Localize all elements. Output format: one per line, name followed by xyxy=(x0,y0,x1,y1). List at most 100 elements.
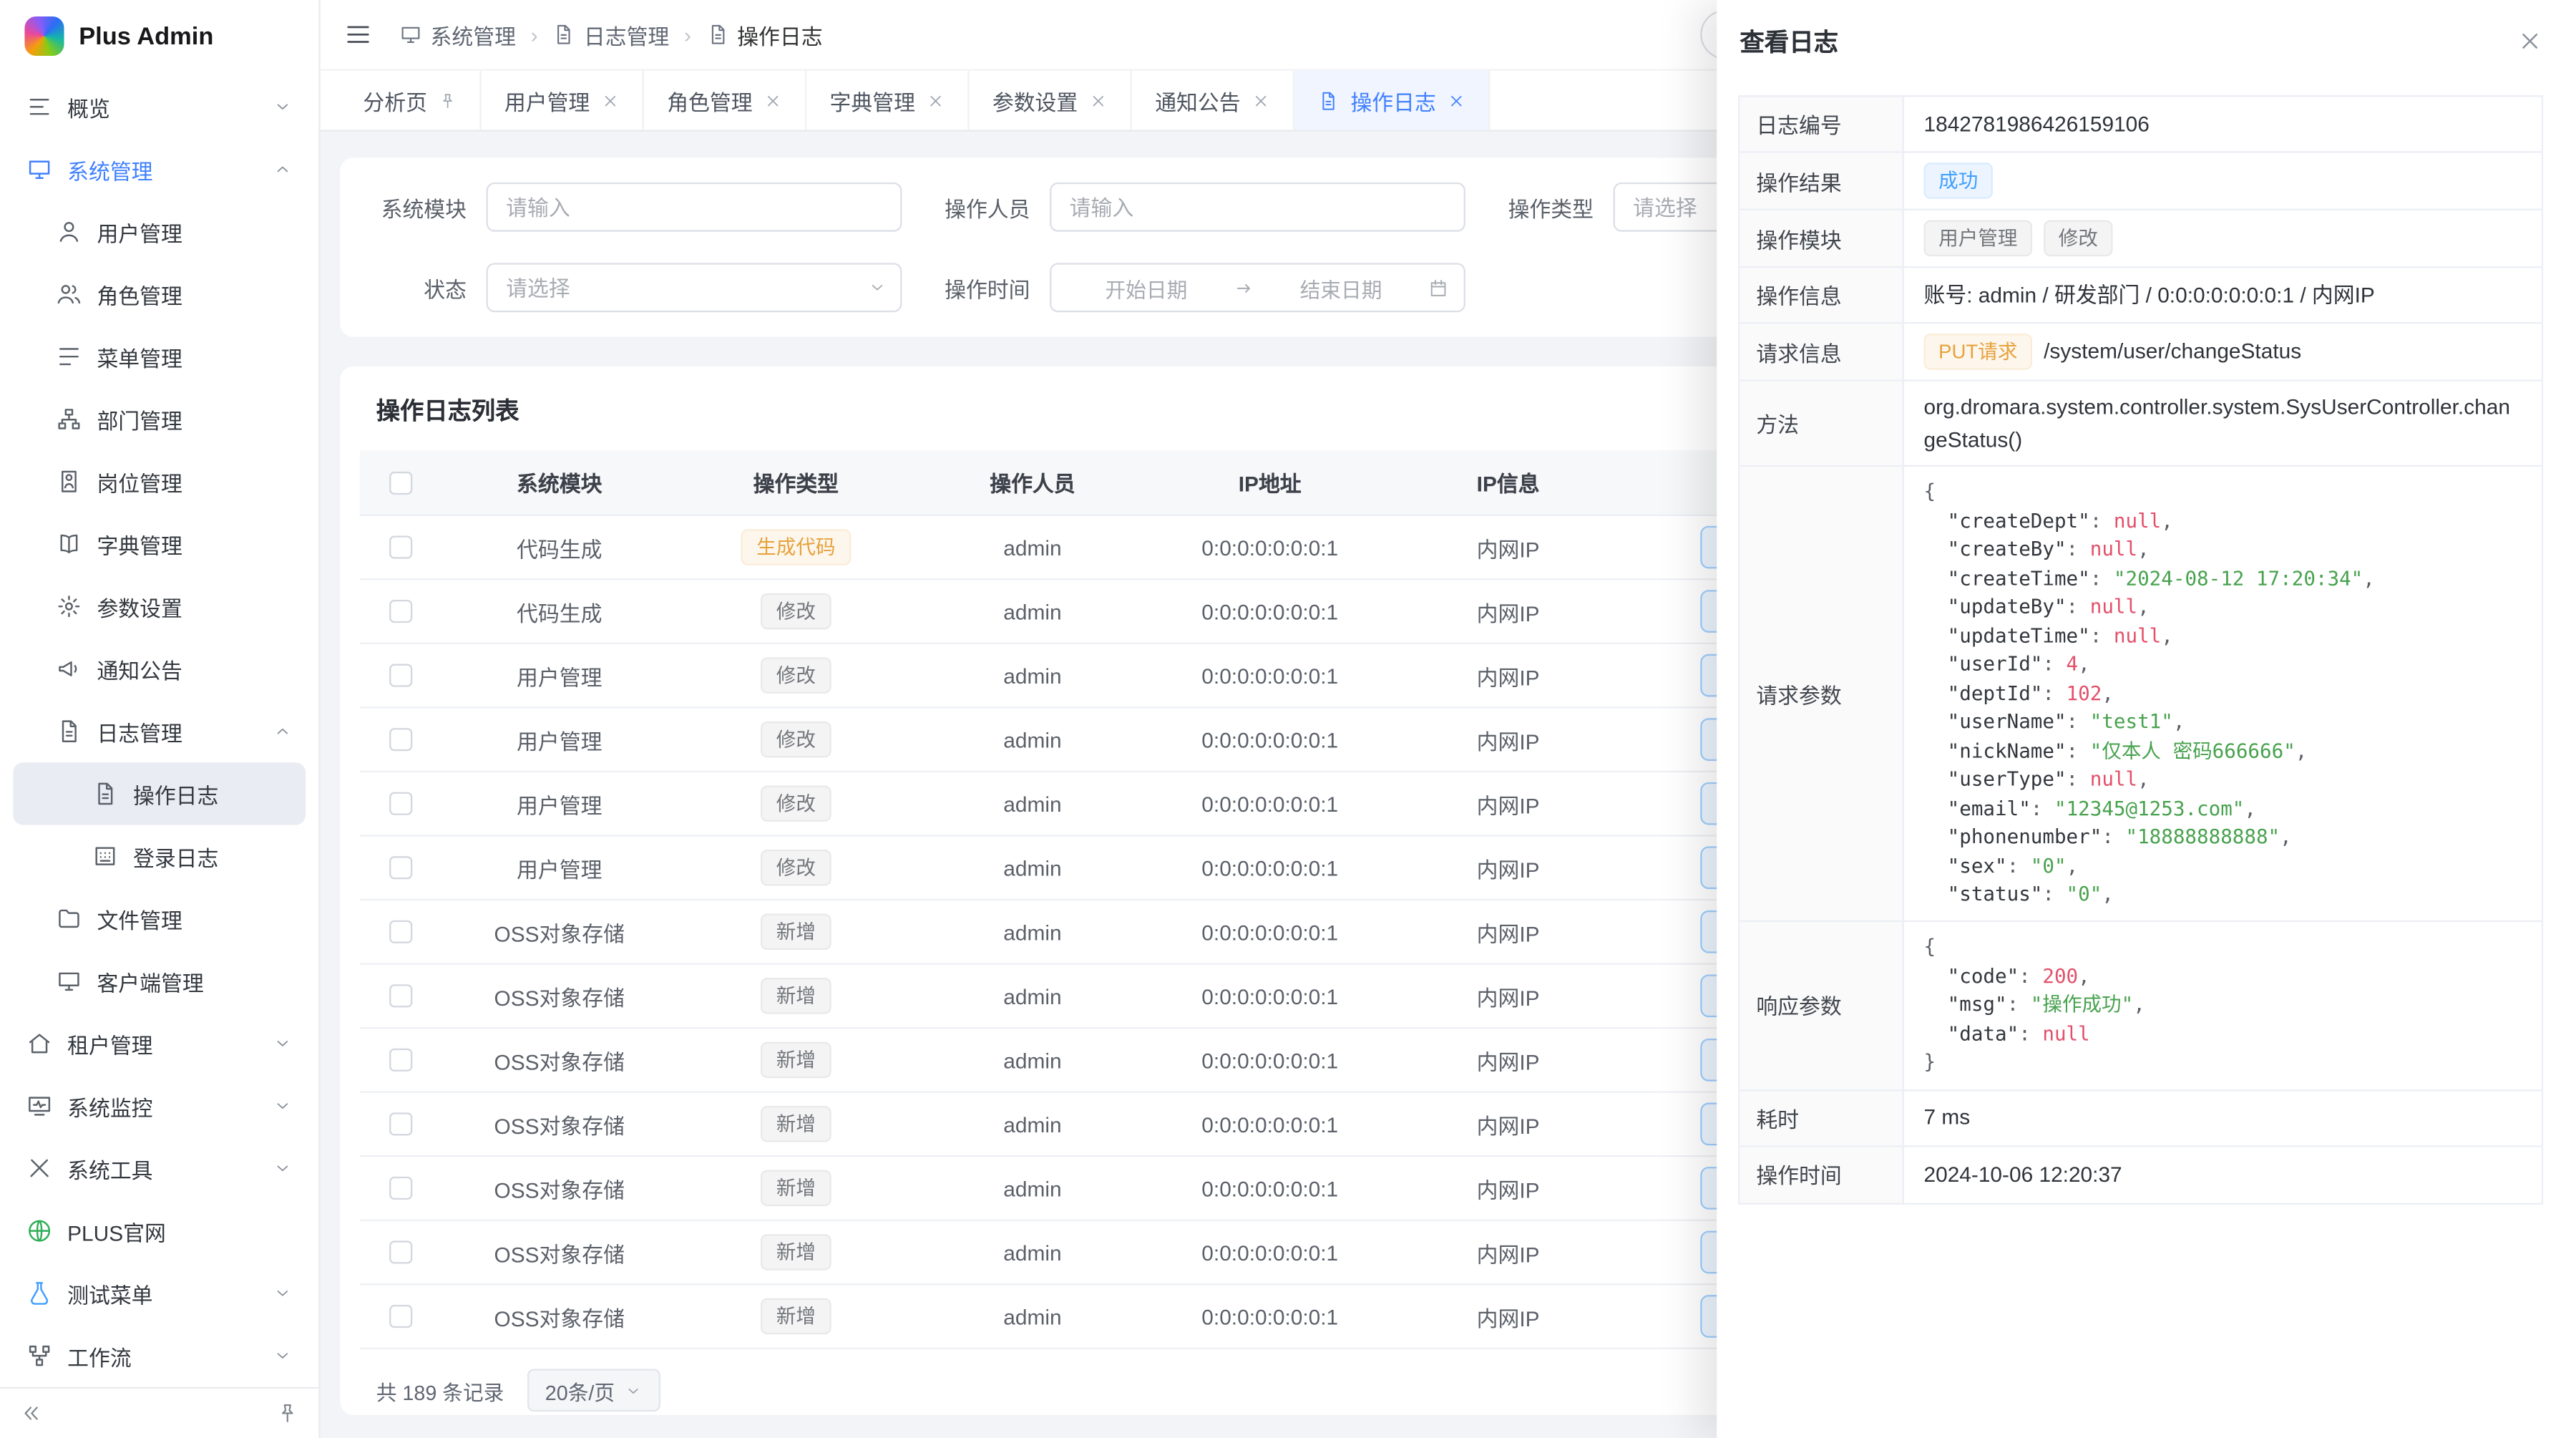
sidebar-item-label: 系统工具 xyxy=(67,1153,152,1185)
breadcrumb-item-operation-log[interactable]: 操作日志 xyxy=(706,19,823,50)
close-icon[interactable] xyxy=(1089,91,1107,109)
tab-label: 分析页 xyxy=(363,84,427,116)
page-size-select[interactable]: 20条/页 xyxy=(527,1369,661,1412)
tab-label: 操作日志 xyxy=(1350,84,1435,116)
sidebar-item-login-log[interactable]: 登录日志 xyxy=(13,825,306,888)
sidebar-item-role-management[interactable]: 角色管理 xyxy=(13,263,306,325)
cell-ip-info: 内网IP xyxy=(1390,1093,1626,1155)
close-icon[interactable] xyxy=(1252,91,1270,109)
sidebar-item-plus-site[interactable]: PLUS官网 xyxy=(13,1200,306,1262)
tab-operation-log[interactable]: 操作日志 xyxy=(1294,71,1490,130)
sidebar-item-tenant-management[interactable]: 租户管理 xyxy=(13,1012,306,1074)
operation-type-badge: 修改 xyxy=(761,657,830,694)
sidebar-item-test-menu[interactable]: 测试菜单 xyxy=(13,1262,306,1324)
gear-icon xyxy=(56,593,82,620)
sidebar-item-system-monitor[interactable]: 系统监控 xyxy=(13,1075,306,1137)
sidebar-item-client-management[interactable]: 客户端管理 xyxy=(13,950,306,1012)
sidebar-item-notice[interactable]: 通知公告 xyxy=(13,638,306,700)
menu-list-icon xyxy=(56,344,82,370)
close-icon[interactable] xyxy=(1448,91,1465,109)
breadcrumb-item-log[interactable]: 日志管理 xyxy=(552,19,669,50)
breadcrumb-label: 系统管理 xyxy=(431,19,516,50)
operation-time-value: 2024-10-06 12:20:37 xyxy=(1904,1146,2542,1202)
row-checkbox[interactable] xyxy=(389,920,412,943)
sidebar-item-label: 用户管理 xyxy=(97,216,182,248)
sidebar-item-param-settings[interactable]: 参数设置 xyxy=(13,575,306,638)
cell-operator: admin xyxy=(915,1029,1150,1091)
tab-dict-management[interactable]: 字典管理 xyxy=(806,71,969,130)
row-checkbox[interactable] xyxy=(389,792,412,815)
tab-role-management[interactable]: 角色管理 xyxy=(644,71,806,130)
operator-input[interactable] xyxy=(1050,183,1465,232)
tab-label: 参数设置 xyxy=(992,84,1078,116)
monitor-icon xyxy=(56,968,82,994)
response-params-json: { "code": 200, "msg": "操作成功", "data": nu… xyxy=(1923,933,2518,1077)
row-checkbox[interactable] xyxy=(389,600,412,623)
logo[interactable]: Plus Admin xyxy=(0,0,318,72)
row-checkbox[interactable] xyxy=(389,1305,412,1328)
row-checkbox[interactable] xyxy=(389,1177,412,1200)
detail-row-response-params: 响应参数 { "code": 200, "msg": "操作成功", "data… xyxy=(1740,922,2541,1090)
request-url: /system/user/changeStatus xyxy=(2044,336,2301,368)
cell-operator: admin xyxy=(915,709,1150,771)
page-size-value: 20条/页 xyxy=(545,1375,615,1407)
tab-analysis[interactable]: 分析页 xyxy=(340,71,481,130)
cell-ip-address: 0:0:0:0:0:0:0:1 xyxy=(1150,1221,1390,1283)
document-icon xyxy=(1318,89,1340,111)
sidebar-item-file-management[interactable]: 文件管理 xyxy=(13,888,306,950)
row-checkbox[interactable] xyxy=(389,728,412,751)
id-badge-icon xyxy=(56,468,82,495)
cell-operator: admin xyxy=(915,516,1150,578)
operation-time-field: 操作时间 开始日期 结束日期 xyxy=(933,263,1465,312)
sidebar-item-operation-log[interactable]: 操作日志 xyxy=(13,762,306,825)
row-checkbox[interactable] xyxy=(389,1049,412,1072)
sidebar-item-label: 角色管理 xyxy=(97,278,182,310)
row-checkbox[interactable] xyxy=(389,856,412,879)
sidebar-item-system-management[interactable]: 系统管理 xyxy=(13,138,306,200)
system-module-input[interactable] xyxy=(487,183,902,232)
tab-user-management[interactable]: 用户管理 xyxy=(482,71,644,130)
breadcrumb-item-system[interactable]: 系统管理 xyxy=(399,19,516,50)
sidebar-item-overview[interactable]: 概览 xyxy=(13,76,306,138)
field-label: 状态 xyxy=(370,272,487,303)
sidebar-item-menu-management[interactable]: 菜单管理 xyxy=(13,326,306,388)
cell-operator: admin xyxy=(915,965,1150,1027)
operation-type-badge: 新增 xyxy=(761,978,830,1014)
cell-ip-info: 内网IP xyxy=(1390,709,1626,771)
close-icon[interactable] xyxy=(927,91,945,109)
sidebar-item-log-management[interactable]: 日志管理 xyxy=(13,700,306,762)
row-checkbox[interactable] xyxy=(389,1112,412,1135)
sidebar: Plus Admin 概览 系统管理 用户管理 角色管理 xyxy=(0,0,321,1438)
collapse-sidebar-icon[interactable] xyxy=(20,1401,43,1424)
detail-row-method: 方法 org.dromara.system.controller.system.… xyxy=(1740,382,2541,467)
sidebar-item-dict-management[interactable]: 字典管理 xyxy=(13,512,306,575)
cell-ip-info: 内网IP xyxy=(1390,580,1626,642)
cell-ip-address: 0:0:0:0:0:0:0:1 xyxy=(1150,965,1390,1027)
sidebar-item-workflow[interactable]: 工作流 xyxy=(13,1324,306,1386)
hamburger-menu-icon[interactable] xyxy=(343,20,373,49)
sidebar-item-label: 工作流 xyxy=(67,1340,132,1371)
date-range-picker[interactable]: 开始日期 结束日期 xyxy=(1050,263,1465,312)
close-icon[interactable] xyxy=(764,91,782,109)
cell-operator: admin xyxy=(915,580,1150,642)
sidebar-item-user-management[interactable]: 用户管理 xyxy=(13,200,306,263)
detail-row-time: 操作时间 2024-10-06 12:20:37 xyxy=(1740,1146,2541,1202)
row-checkbox[interactable] xyxy=(389,984,412,1007)
tab-notice[interactable]: 通知公告 xyxy=(1132,71,1294,130)
row-checkbox[interactable] xyxy=(389,1240,412,1263)
tab-param-settings[interactable]: 参数设置 xyxy=(970,71,1132,130)
close-icon[interactable] xyxy=(2517,28,2543,54)
sidebar-item-post-management[interactable]: 岗位管理 xyxy=(13,450,306,512)
pin-icon[interactable] xyxy=(439,91,457,109)
row-checkbox[interactable] xyxy=(389,535,412,558)
cell-ip-info: 内网IP xyxy=(1390,900,1626,963)
sidebar-item-system-tools[interactable]: 系统工具 xyxy=(13,1137,306,1200)
result-badge: 成功 xyxy=(1923,162,1992,199)
row-checkbox[interactable] xyxy=(389,664,412,687)
close-icon[interactable] xyxy=(601,91,619,109)
status-select[interactable] xyxy=(487,263,902,312)
select-all-checkbox[interactable] xyxy=(389,471,412,494)
pin-sidebar-icon[interactable] xyxy=(276,1401,299,1424)
sidebar-item-dept-management[interactable]: 部门管理 xyxy=(13,388,306,450)
operation-type-badge: 新增 xyxy=(761,914,830,951)
